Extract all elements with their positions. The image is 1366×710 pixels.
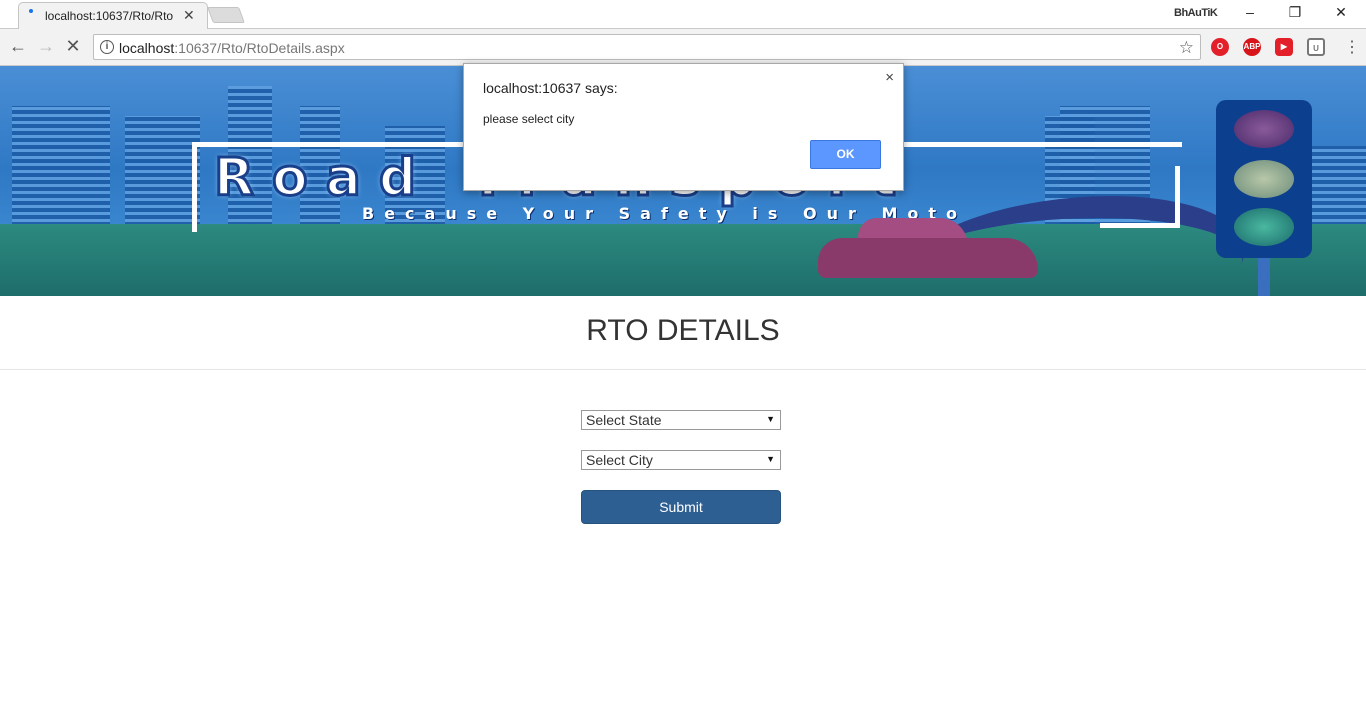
back-arrow-icon[interactable]: ← (7, 36, 29, 57)
dialog-title: localhost:10637 says: (483, 80, 618, 96)
url-path: :10637/Rto/RtoDetails.aspx (174, 40, 345, 56)
browser-tab[interactable]: localhost:10637/Rto/Rto ✕ (18, 2, 208, 29)
alert-dialog: localhost:10637 says: × please select ci… (463, 63, 904, 191)
loading-favicon-icon (29, 9, 33, 13)
traffic-light-icon (1216, 100, 1312, 258)
city-select[interactable]: Select City ▼ (581, 450, 781, 470)
divider (0, 369, 1366, 370)
adblock-plus-icon[interactable]: ABP (1243, 38, 1261, 56)
restore-button[interactable]: ❐ (1272, 4, 1318, 21)
close-window-button[interactable]: ✕ (1318, 4, 1364, 21)
state-select[interactable]: Select State ▼ (581, 410, 781, 430)
car-illustration (818, 216, 1038, 278)
stop-loading-icon[interactable]: ✕ (62, 36, 84, 57)
shield-extension-icon[interactable]: U (1307, 38, 1325, 56)
building (1310, 146, 1366, 226)
red-light (1234, 110, 1294, 148)
new-tab-button[interactable] (207, 7, 245, 23)
building (12, 106, 110, 226)
bookmark-star-icon[interactable]: ☆ (1179, 38, 1194, 58)
logo-frame (1100, 166, 1180, 228)
page-title: RTO DETAILS (586, 314, 780, 347)
opera-icon[interactable]: O (1211, 38, 1229, 56)
video-extension-icon[interactable]: ▶ (1275, 38, 1293, 56)
dialog-close-icon[interactable]: × (885, 69, 894, 86)
car-body (818, 238, 1038, 278)
dropdown-arrow-icon: ▼ (766, 414, 775, 424)
dropdown-arrow-icon: ▼ (766, 454, 775, 464)
url-text[interactable]: localhost:10637/Rto/RtoDetails.aspx (119, 40, 345, 56)
city-select-value: Select City (586, 452, 653, 468)
green-light (1234, 208, 1294, 246)
state-select-value: Select State (586, 412, 662, 428)
profile-name[interactable]: BhAuTiK (1174, 7, 1218, 19)
site-info-icon[interactable]: i (100, 40, 114, 54)
yellow-light (1234, 160, 1294, 198)
browser-toolbar: ← → ✕ i localhost:10637/Rto/RtoDetails.a… (0, 29, 1366, 66)
dialog-message: please select city (483, 112, 575, 126)
traffic-light-pole (1258, 258, 1270, 296)
submit-button[interactable]: Submit (581, 490, 781, 524)
building (125, 116, 200, 226)
address-bar[interactable]: i localhost:10637/Rto/RtoDetails.aspx ☆ (93, 34, 1201, 60)
tab-strip: localhost:10637/Rto/Rto ✕ BhAuTiK – ❐ ✕ (0, 0, 1366, 29)
menu-dots-icon[interactable]: ⋮ (1344, 37, 1360, 57)
forward-arrow-icon[interactable]: → (35, 36, 57, 57)
url-host: localhost (119, 40, 175, 56)
tab-close-icon[interactable]: ✕ (183, 7, 195, 24)
tab-title: localhost:10637/Rto/Rto (45, 9, 173, 23)
dialog-ok-button[interactable]: OK (810, 140, 881, 169)
minimize-button[interactable]: – (1227, 4, 1273, 20)
